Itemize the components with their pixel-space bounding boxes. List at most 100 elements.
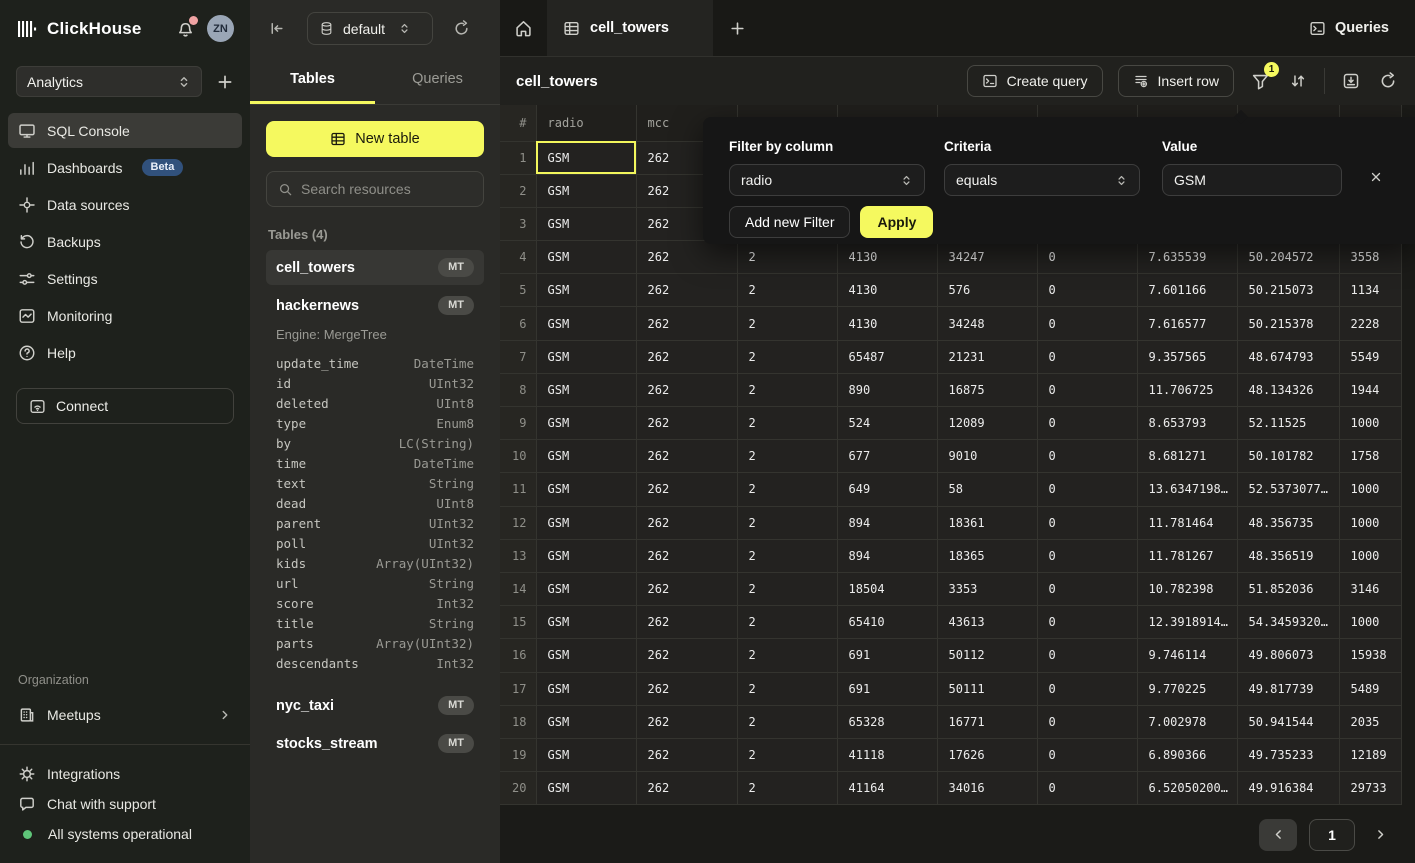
table-cell[interactable]: 262 xyxy=(636,606,737,639)
sidebar-item-chat-with-support[interactable]: Chat with support xyxy=(8,789,242,819)
table-cell[interactable]: 262 xyxy=(636,307,737,340)
table-cell[interactable]: 262 xyxy=(636,639,737,672)
table-cell[interactable]: 2 xyxy=(737,738,837,771)
table-cell[interactable]: 0 xyxy=(1037,340,1137,373)
table-cell[interactable]: 13.6347198… xyxy=(1137,473,1237,506)
table-cell[interactable]: 21231 xyxy=(937,340,1037,373)
table-cell[interactable]: 262 xyxy=(636,506,737,539)
table-cell[interactable]: GSM xyxy=(536,772,636,805)
table-cell[interactable]: 52.5373077… xyxy=(1237,473,1339,506)
table-cell[interactable]: 18361 xyxy=(937,506,1037,539)
table-cell[interactable]: 262 xyxy=(636,340,737,373)
table-cell[interactable]: GSM xyxy=(536,572,636,605)
table-cell[interactable]: 2 xyxy=(737,606,837,639)
table-cell[interactable]: 65487 xyxy=(837,340,937,373)
table-cell[interactable]: 2 xyxy=(737,506,837,539)
table-cell[interactable]: 49.916384 xyxy=(1237,772,1339,805)
table-cell[interactable]: 2 xyxy=(737,373,837,406)
filter-criteria-select[interactable]: equals xyxy=(944,164,1140,196)
table-cell[interactable]: 2 xyxy=(737,672,837,705)
table-cell[interactable]: 2035 xyxy=(1339,705,1401,738)
filter-column-select[interactable]: radio xyxy=(729,164,925,196)
table-cell[interactable]: 262 xyxy=(636,473,737,506)
current-page[interactable]: 1 xyxy=(1309,819,1355,851)
table-cell[interactable]: 0 xyxy=(1037,606,1137,639)
table-cell[interactable]: 10.782398 xyxy=(1137,572,1237,605)
table-cell[interactable]: 58 xyxy=(937,473,1037,506)
table-cell[interactable]: GSM xyxy=(536,207,636,240)
sidebar-item-integrations[interactable]: Integrations xyxy=(8,759,242,789)
table-cell[interactable]: 8.653793 xyxy=(1137,407,1237,440)
table-cell[interactable]: 0 xyxy=(1037,672,1137,705)
table-cell[interactable]: 0 xyxy=(1037,506,1137,539)
table-cell[interactable]: 50112 xyxy=(937,639,1037,672)
sidebar-item-backups[interactable]: Backups xyxy=(8,224,242,259)
table-cell[interactable]: 262 xyxy=(636,738,737,771)
table-cell[interactable]: 41118 xyxy=(837,738,937,771)
table-cell[interactable]: 8.681271 xyxy=(1137,440,1237,473)
table-cell[interactable]: 50.101782 xyxy=(1237,440,1339,473)
table-cell[interactable]: 50.941544 xyxy=(1237,705,1339,738)
collapse-panel-icon[interactable] xyxy=(264,16,289,41)
table-cell[interactable]: 7.635539 xyxy=(1137,241,1237,274)
sidebar-item-sql-console[interactable]: SQL Console xyxy=(8,113,242,148)
table-cell[interactable]: 12089 xyxy=(937,407,1037,440)
table-cell[interactable]: 29733 xyxy=(1339,772,1401,805)
table-cell[interactable]: 65410 xyxy=(837,606,937,639)
table-cell[interactable]: 691 xyxy=(837,672,937,705)
table-cell[interactable]: 54.3459320… xyxy=(1237,606,1339,639)
table-cell[interactable]: 262 xyxy=(636,705,737,738)
notifications-bell-icon[interactable] xyxy=(176,19,195,38)
table-cell[interactable]: 18504 xyxy=(837,572,937,605)
filter-value-input[interactable] xyxy=(1162,164,1342,196)
table-cell[interactable]: GSM xyxy=(536,307,636,340)
table-cell[interactable]: 0 xyxy=(1037,440,1137,473)
table-cell[interactable]: 1758 xyxy=(1339,440,1401,473)
new-table-button[interactable]: New table xyxy=(266,121,484,157)
table-cell[interactable]: 894 xyxy=(837,506,937,539)
table-cell[interactable]: 262 xyxy=(636,274,737,307)
connect-button[interactable]: Connect xyxy=(16,388,234,424)
table-cell[interactable]: 0 xyxy=(1037,738,1137,771)
table-cell[interactable]: 9.357565 xyxy=(1137,340,1237,373)
table-cell[interactable]: 0 xyxy=(1037,705,1137,738)
table-cell[interactable]: 7.002978 xyxy=(1137,705,1237,738)
table-cell[interactable]: 262 xyxy=(636,672,737,705)
table-cell[interactable]: 2 xyxy=(737,572,837,605)
table-cell[interactable]: GSM xyxy=(536,506,636,539)
table-cell[interactable]: 48.356519 xyxy=(1237,539,1339,572)
table-cell[interactable]: GSM xyxy=(536,373,636,406)
table-cell[interactable]: 3146 xyxy=(1339,572,1401,605)
table-cell[interactable]: 0 xyxy=(1037,572,1137,605)
remove-filter-button[interactable] xyxy=(1369,170,1383,184)
table-cell[interactable]: 2 xyxy=(737,274,837,307)
filter-button[interactable]: 1 xyxy=(1249,70,1272,93)
table-list-item-cell_towers[interactable]: cell_towersMT xyxy=(266,250,484,285)
table-cell[interactable]: 16875 xyxy=(937,373,1037,406)
table-cell[interactable]: 3353 xyxy=(937,572,1037,605)
table-cell[interactable]: GSM xyxy=(536,539,636,572)
table-cell[interactable]: 7.601166 xyxy=(1137,274,1237,307)
table-cell[interactable]: 34016 xyxy=(937,772,1037,805)
table-cell[interactable]: 0 xyxy=(1037,473,1137,506)
prev-page-button[interactable] xyxy=(1259,819,1297,851)
table-cell[interactable]: 1944 xyxy=(1339,373,1401,406)
table-cell[interactable]: 48.134326 xyxy=(1237,373,1339,406)
table-cell[interactable]: 9.746114 xyxy=(1137,639,1237,672)
table-cell[interactable]: 890 xyxy=(837,373,937,406)
column-header-radio[interactable]: radio xyxy=(536,105,636,141)
table-cell[interactable]: 51.852036 xyxy=(1237,572,1339,605)
sidebar-item-data-sources[interactable]: Data sources xyxy=(8,187,242,222)
table-cell[interactable]: 6.890366 xyxy=(1137,738,1237,771)
workspace-select[interactable]: Analytics xyxy=(16,66,202,97)
table-cell[interactable]: 0 xyxy=(1037,373,1137,406)
table-cell[interactable]: 50111 xyxy=(937,672,1037,705)
table-cell[interactable]: 49.817739 xyxy=(1237,672,1339,705)
table-list-item-stocks_stream[interactable]: stocks_streamMT xyxy=(266,726,484,761)
table-cell[interactable]: GSM xyxy=(536,241,636,274)
table-cell[interactable]: 262 xyxy=(636,539,737,572)
table-cell[interactable]: 41164 xyxy=(837,772,937,805)
table-cell[interactable]: 4130 xyxy=(837,274,937,307)
table-cell[interactable]: 1000 xyxy=(1339,506,1401,539)
download-button[interactable] xyxy=(1340,70,1362,92)
